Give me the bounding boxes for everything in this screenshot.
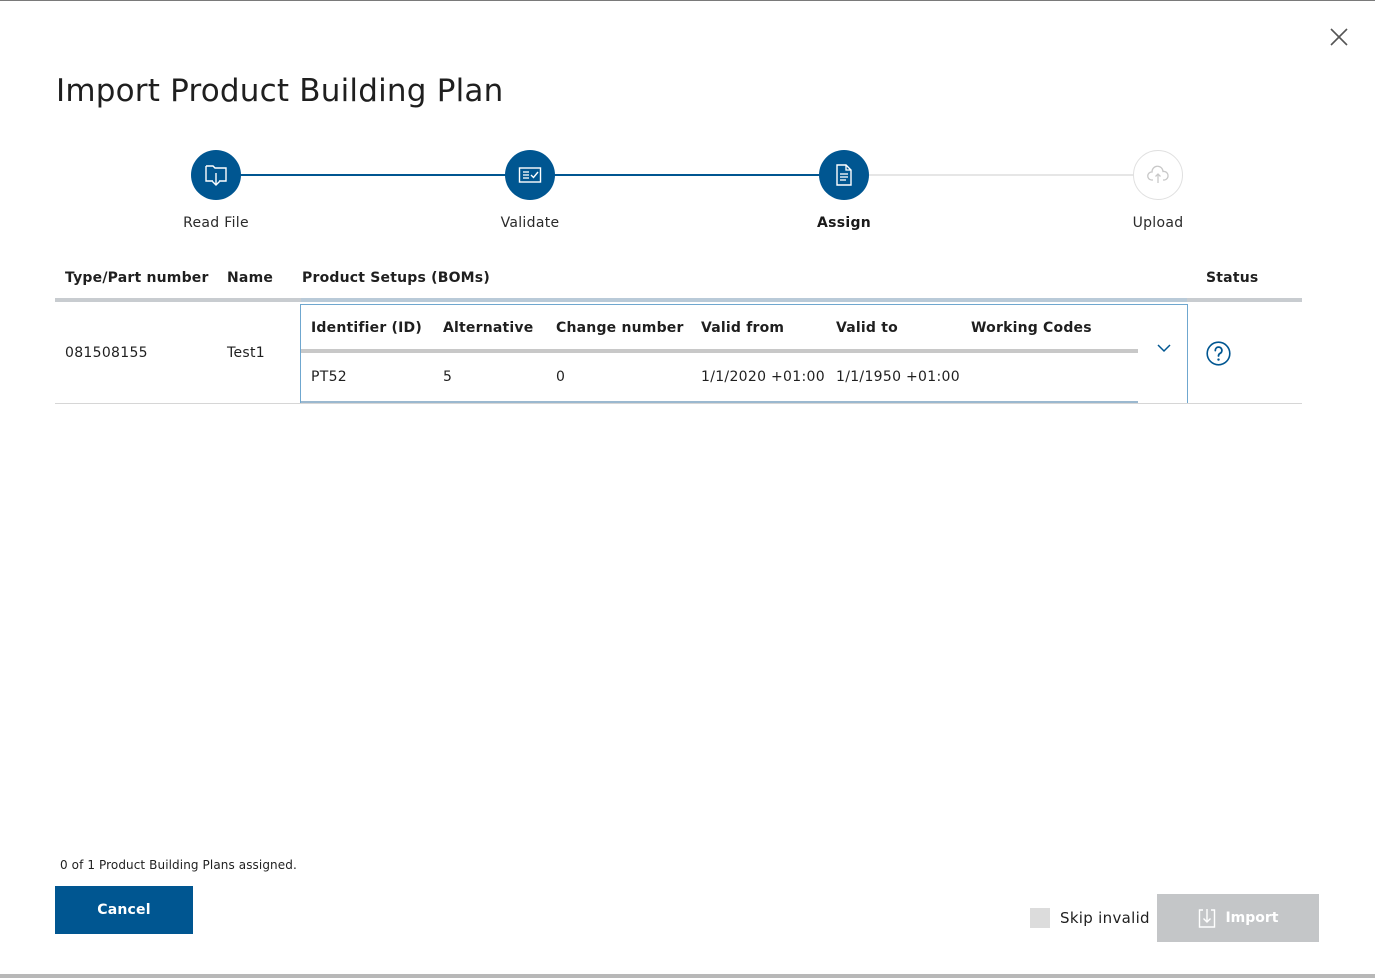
bom-header-identifier: Identifier (ID) [311,320,422,336]
bom-value-change-number: 0 [556,369,566,385]
bom-value-valid-to: 1/1/1950 +01:00 [836,369,960,385]
bom-header-alternative: Alternative [443,320,534,336]
folder-download-icon [205,165,227,186]
dialog-bottom-border [0,974,1375,978]
bom-value-valid-from: 1/1/2020 +01:00 [701,369,825,385]
skip-invalid-label[interactable]: Skip invalid [1060,909,1150,927]
cancel-button[interactable]: Cancel [55,886,193,934]
step-assign: Assign [764,150,924,231]
step-label: Read File [183,215,249,231]
column-header-product-setups: Product Setups (BOMs) [302,270,490,286]
step-upload: Upload [1078,150,1238,231]
step-circle [191,150,241,200]
close-icon [1330,28,1348,46]
chevron-down-icon[interactable] [1156,342,1172,354]
bom-value-identifier: PT52 [311,369,348,385]
column-header-part-number: Type/Part number [65,270,209,286]
validate-check-icon [518,167,542,183]
bom-selector[interactable]: Identifier (ID) Alternative Change numbe… [300,304,1188,404]
cloud-upload-icon [1147,165,1169,183]
step-label: Validate [500,215,560,231]
dialog-title: Import Product Building Plan [56,73,504,109]
step-validate: Validate [450,150,610,231]
import-icon [1199,909,1216,928]
document-icon [836,164,852,186]
import-button-label: Import [1225,910,1279,926]
assigned-count-text: 0 of 1 Product Building Plans assigned. [60,858,297,872]
bom-header-valid-from: Valid from [701,320,785,336]
step-circle [1133,150,1183,200]
cell-name: Test1 [227,345,265,361]
table-header-divider-highlight [301,298,1187,302]
dialog-top-border [0,0,1375,1]
column-header-status: Status [1206,270,1259,286]
bom-header-valid-to: Valid to [836,320,898,336]
step-circle [505,150,555,200]
step-read-file: Read File [136,150,296,231]
step-label: Assign [816,215,872,231]
step-label: Upload [1132,215,1184,231]
close-button[interactable] [1327,25,1351,49]
bom-header-change-number: Change number [556,320,684,336]
bom-value-alternative: 5 [443,369,453,385]
import-button[interactable]: Import [1157,894,1319,942]
skip-invalid-checkbox[interactable] [1030,908,1050,928]
question-icon[interactable] [1206,341,1231,366]
table-row-divider [55,403,1302,404]
step-circle [819,150,869,200]
cell-part-number: 081508155 [65,345,148,361]
column-header-name: Name [227,270,274,286]
bom-header-divider [301,349,1138,353]
bom-header-working-codes: Working Codes [971,320,1092,336]
